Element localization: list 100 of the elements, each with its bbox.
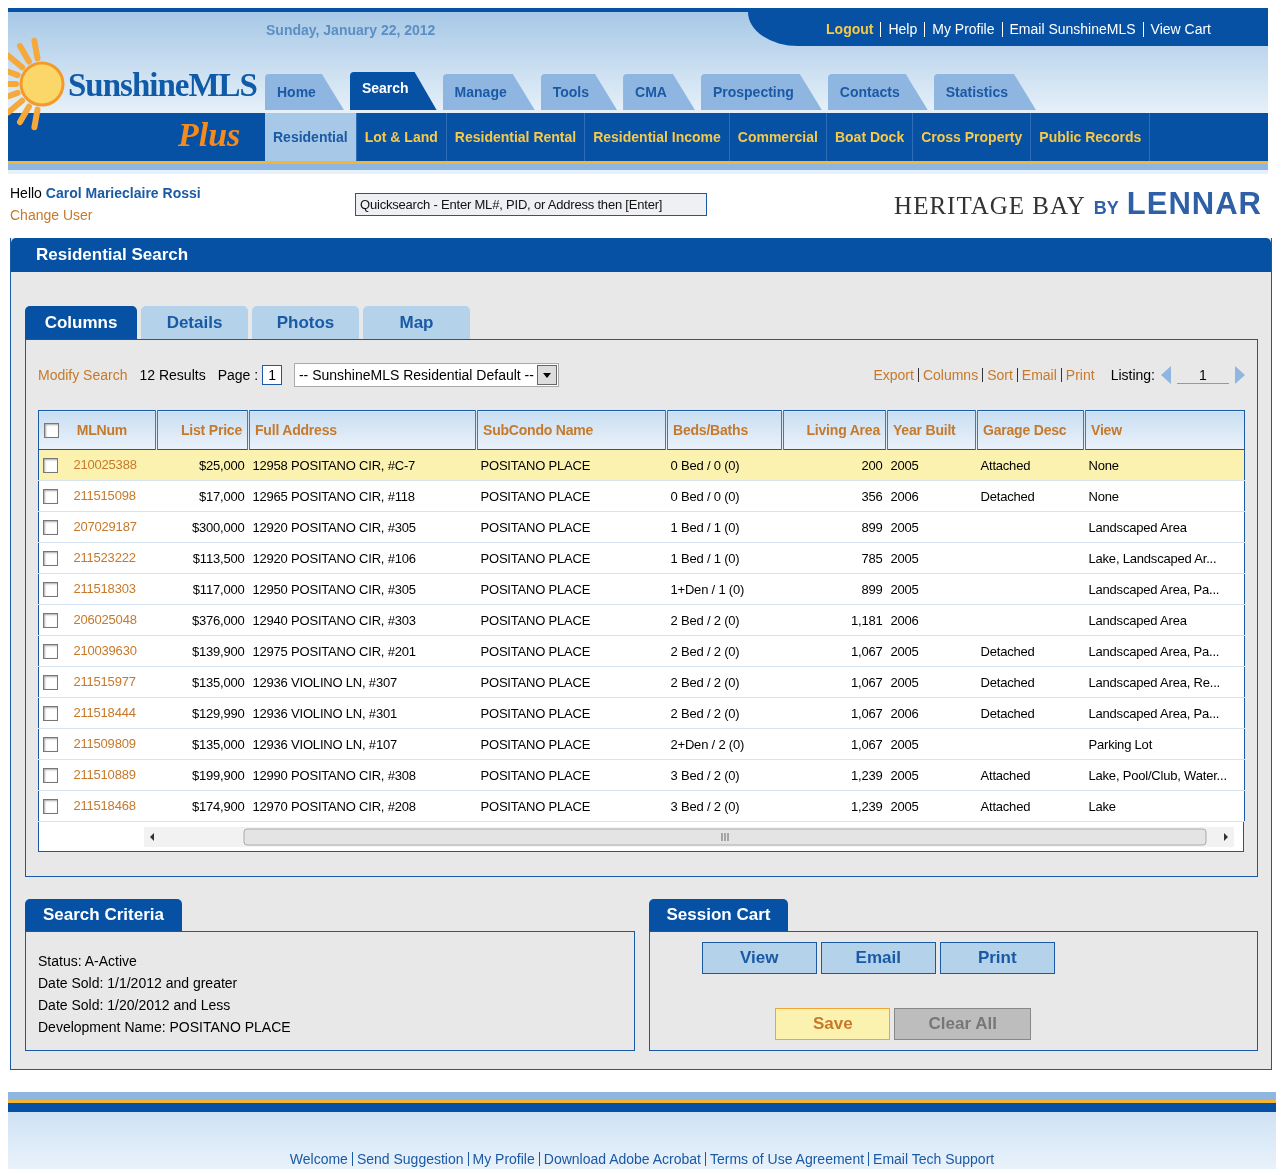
category-tab[interactable]: Residential	[265, 113, 357, 161]
view-tab[interactable]: Map	[363, 306, 470, 339]
category-tab[interactable]: Cross Property	[913, 113, 1032, 161]
top-link[interactable]: View Cart	[1142, 21, 1218, 37]
action-link[interactable]: Email	[1016, 368, 1061, 382]
table-cell: Attached	[980, 798, 1031, 814]
table-row[interactable]: 211518303 $117,000 12950 POSITANO CIR, #305 POSITANO PLACE 1+Den / 1 (0) 899 2005 Landscaped Area, Pa...	[38, 573, 1245, 605]
category-tab[interactable]: Public Records	[1031, 113, 1151, 161]
row-checkbox[interactable]	[43, 520, 58, 536]
footer-link[interactable]: Download Adobe Acrobat	[538, 1152, 705, 1166]
row-checkbox[interactable]	[43, 737, 58, 753]
action-link[interactable]: Print	[1060, 368, 1099, 382]
listing-number-link[interactable]: 206025048	[73, 611, 137, 627]
category-tab[interactable]: Residential Income	[585, 113, 730, 161]
table-row[interactable]: 211518444 $129,990 12936 VIOLINO LN, #301 POSITANO PLACE 2 Bed / 2 (0) 1,067 2006 Detached Landscaped Area, Pa...	[38, 697, 1245, 729]
nav-tab[interactable]: Statistics	[933, 74, 1036, 110]
listing-field[interactable]: 1	[1177, 366, 1229, 384]
table-row[interactable]: 211523222 $113,500 12920 POSITANO CIR, #106 POSITANO PLACE 1 Bed / 1 (0) 785 2005 Lake, Landscaped Ar...	[38, 542, 1245, 574]
nav-tab[interactable]: Prospecting	[700, 74, 822, 110]
row-checkbox[interactable]	[43, 675, 58, 691]
table-cell: Landscaped Area	[1088, 612, 1187, 628]
table-row[interactable]: 210039630 $139,900 12975 POSITANO CIR, #201 POSITANO PLACE 2 Bed / 2 (0) 1,067 2005 Detached Landscaped Area, Pa...	[38, 635, 1245, 667]
cart-button[interactable]: Print	[939, 942, 1055, 974]
nav-tab[interactable]: Contacts	[827, 74, 928, 110]
footer-link[interactable]: Email Tech Support	[868, 1152, 999, 1166]
page-field[interactable]: 1	[262, 365, 282, 385]
table-row[interactable]: 211515098 $17,000 12965 POSITANO CIR, #118 POSITANO PLACE 0 Bed / 0 (0) 356 2006 Detached None	[38, 480, 1245, 512]
listing-number-link[interactable]: 211518444	[73, 704, 136, 720]
listing-number-link[interactable]: 210039630	[73, 642, 137, 658]
table-cell: 12970 POSITANO CIR, #208	[252, 798, 416, 814]
view-tab[interactable]: Columns	[25, 306, 137, 339]
cart-button[interactable]: View	[701, 942, 817, 974]
action-link[interactable]: Sort	[982, 368, 1017, 382]
footer-link[interactable]: Terms of Use Agreement	[705, 1152, 869, 1166]
save-button[interactable]: Save	[775, 1008, 891, 1040]
table-cell: 12975 POSITANO CIR, #201	[252, 643, 416, 659]
listing-number-link[interactable]: 211509809	[73, 735, 136, 751]
table-cell: 356	[861, 488, 883, 504]
listing-number-link[interactable]: 207029187	[73, 518, 137, 534]
modify-search-link[interactable]: Modify Search	[38, 367, 128, 383]
table-row[interactable]: 206025048 $376,000 12940 POSITANO CIR, #303 POSITANO PLACE 2 Bed / 2 (0) 1,181 2006 Landscaped Area	[38, 604, 1245, 636]
layout-dropdown[interactable]: -- SunshineMLS Residential Default --	[293, 363, 559, 387]
quicksearch-field[interactable]: Quicksearch - Enter ML#, PID, or Address then [Enter]	[355, 192, 707, 216]
change-user-link[interactable]: Change User	[10, 204, 93, 226]
category-tab[interactable]: Commercial	[729, 113, 827, 161]
row-checkbox[interactable]	[43, 613, 58, 629]
table-row[interactable]: 211518468 $174,900 12970 POSITANO CIR, #208 POSITANO PLACE 3 Bed / 2 (0) 1,239 2005 Attached Lake	[38, 790, 1245, 822]
footer-link[interactable]: Send Suggestion	[351, 1152, 468, 1166]
table-cell: POSITANO PLACE	[480, 705, 591, 721]
listing-number-link[interactable]: 211523222	[73, 549, 136, 565]
listing-number-link[interactable]: 211515977	[73, 673, 136, 689]
row-checkbox[interactable]	[43, 706, 58, 722]
select-all-checkbox[interactable]	[44, 423, 59, 439]
column-header[interactable]: MLNum	[76, 421, 128, 438]
table-cell: 12936 VIOLINO LN, #107	[252, 736, 397, 752]
row-checkbox[interactable]	[43, 458, 58, 474]
table-row[interactable]: 211509809 $135,000 12936 VIOLINO LN, #107 POSITANO PLACE 2+Den / 2 (0) 1,067 2005 Parking Lot	[38, 728, 1245, 760]
category-tab[interactable]: Boat Dock	[826, 113, 914, 161]
nav-tab[interactable]: Manage	[442, 74, 535, 110]
row-checkbox[interactable]	[43, 799, 58, 815]
nav-tab[interactable]: Home	[265, 74, 344, 110]
action-link[interactable]: Export	[869, 368, 918, 382]
top-link[interactable]: Help	[880, 21, 925, 37]
footer-link[interactable]: My Profile	[467, 1152, 539, 1166]
nav-tab[interactable]: CMA	[623, 74, 695, 110]
nav-tab[interactable]: Search	[349, 72, 437, 110]
table-row[interactable]: 210025388 $25,000 12958 POSITANO CIR, #C-7 POSITANO PLACE 0 Bed / 0 (0) 200 2005 Attached None	[38, 449, 1245, 481]
table-cell: Lake	[1088, 798, 1116, 814]
top-link[interactable]: My Profile	[924, 21, 1002, 37]
nav-tab[interactable]: Tools	[540, 74, 618, 110]
footer-link[interactable]: Welcome	[285, 1152, 352, 1166]
user-name-link[interactable]: Carol Marieclaire Rossi	[45, 185, 201, 201]
action-link[interactable]: Columns	[917, 368, 983, 382]
table-row[interactable]: 207029187 $300,000 12920 POSITANO CIR, #305 POSITANO PLACE 1 Bed / 1 (0) 899 2005 Landscaped Area	[38, 511, 1245, 543]
view-tab[interactable]: Photos	[252, 306, 359, 339]
column-header[interactable]: Full Address	[255, 422, 337, 438]
listing-number-link[interactable]: 211515098	[73, 487, 136, 503]
category-tab[interactable]: Lot & Land	[356, 113, 447, 161]
listing-number-link[interactable]: 211510889	[73, 766, 136, 782]
row-checkbox[interactable]	[43, 489, 58, 505]
row-checkbox[interactable]	[43, 582, 58, 598]
horizontal-scrollbar[interactable]	[144, 826, 1234, 847]
view-tab[interactable]: Details	[141, 306, 248, 339]
clear-all-button[interactable]: Clear All	[894, 1008, 1032, 1040]
listing-number-link[interactable]: 211518468	[73, 797, 136, 813]
cart-button[interactable]: Email	[820, 942, 936, 974]
row-checkbox[interactable]	[43, 644, 58, 660]
category-tab[interactable]: Residential Rental	[446, 113, 586, 161]
table-cell: POSITANO PLACE	[480, 457, 591, 473]
table-row[interactable]: 211510889 $199,900 12990 POSITANO CIR, #308 POSITANO PLACE 3 Bed / 2 (0) 1,239 2005 Attached Lake, Pool/Club, Water...	[38, 759, 1245, 791]
listing-number-link[interactable]: 211518303	[73, 580, 136, 596]
row-checkbox[interactable]	[43, 551, 58, 567]
table-cell: 2005	[890, 581, 919, 597]
top-link[interactable]: Logout	[819, 21, 881, 37]
top-link[interactable]: Email SunshineMLS	[1001, 21, 1143, 37]
row-checkbox[interactable]	[43, 768, 58, 784]
table-row[interactable]: 211515977 $135,000 12936 VIOLINO LN, #307 POSITANO PLACE 2 Bed / 2 (0) 1,067 2005 Detached Landscaped Area, Re...	[38, 666, 1245, 698]
column-header[interactable]: View	[1091, 422, 1122, 438]
table-cell: POSITANO PLACE	[480, 488, 591, 504]
table-cell: Detached	[980, 674, 1035, 690]
